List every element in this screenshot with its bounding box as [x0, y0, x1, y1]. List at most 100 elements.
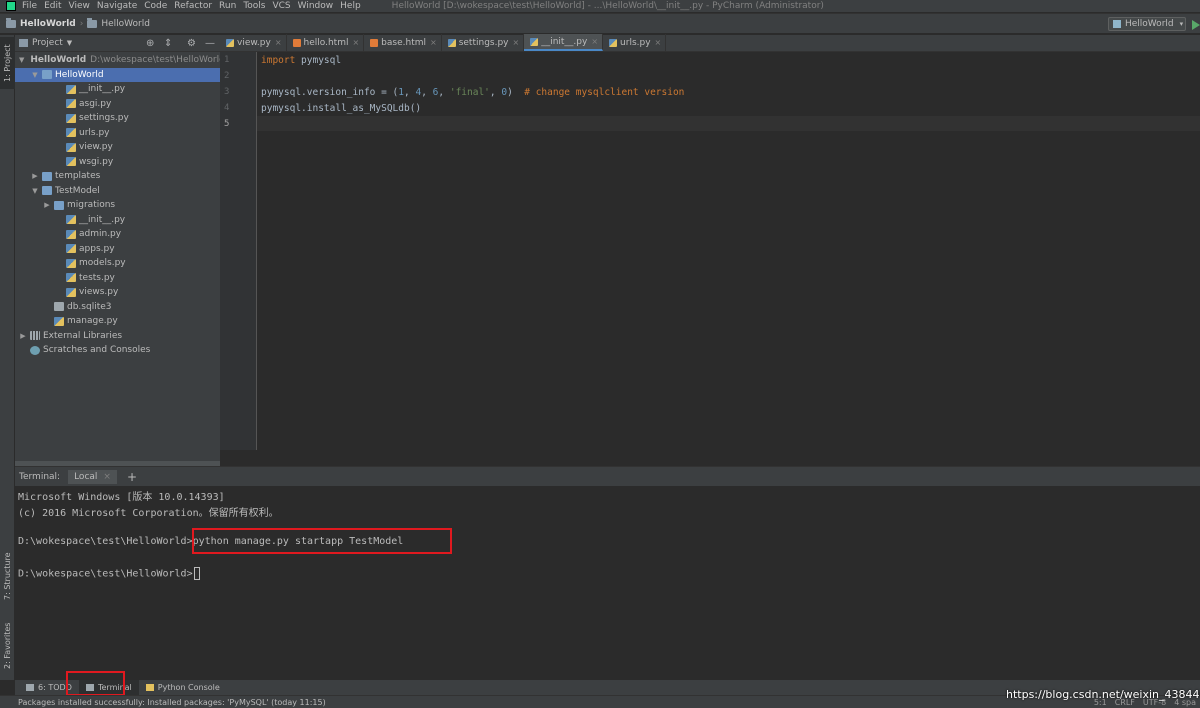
tree-item[interactable]: Scratches and Consoles: [15, 343, 220, 357]
editor-tab[interactable]: hello.html ×: [287, 34, 365, 51]
terminal-tab-highlight-box: [66, 671, 125, 696]
close-icon[interactable]: ×: [430, 38, 437, 47]
tree-item[interactable]: views.py: [15, 285, 220, 299]
py-icon: [66, 258, 76, 268]
favorites-tool-label: 2: Favorites: [3, 622, 12, 670]
menu-vcs[interactable]: VCS: [272, 0, 290, 12]
tree-item-label: HelloWorld: [55, 69, 104, 80]
breadcrumb-project[interactable]: HelloWorld: [6, 17, 76, 29]
hide-panel-icon[interactable]: —: [205, 38, 215, 49]
py-icon: [66, 273, 76, 282]
editor-tab[interactable]: base.html ×: [364, 34, 442, 51]
project-view-selector[interactable]: Project: [32, 38, 63, 48]
collapse-all-icon[interactable]: ⇕: [164, 38, 172, 49]
gear-icon[interactable]: ⚙: [187, 38, 196, 49]
close-icon[interactable]: ×: [591, 37, 598, 46]
expand-down-icon[interactable]: ▼: [31, 71, 39, 79]
tab-favorites-tool[interactable]: 2: Favorites: [0, 615, 15, 677]
tree-item-label: admin.py: [79, 229, 122, 239]
tree-item[interactable]: tests.py: [15, 271, 220, 285]
editor-tab[interactable]: urls.py ×: [603, 34, 667, 51]
run-configuration-label: HelloWorld: [1125, 19, 1174, 29]
terminal-tab-local[interactable]: Local ×: [68, 469, 117, 484]
folder-icon: [87, 17, 98, 28]
terminal-output[interactable]: Microsoft Windows [版本 10.0.14393] (c) 20…: [15, 486, 1200, 680]
menu-window[interactable]: Window: [298, 0, 334, 12]
expand-down-icon[interactable]: ▼: [19, 56, 24, 64]
tree-item[interactable]: ▶ templates: [15, 169, 220, 183]
close-icon[interactable]: ×: [655, 38, 662, 47]
close-icon[interactable]: ×: [352, 38, 359, 47]
py-icon: [66, 229, 76, 239]
tree-item[interactable]: __init__.py: [15, 82, 220, 96]
py-icon: [66, 244, 76, 253]
code-token: pymysql.version_info = (: [261, 87, 399, 98]
locate-file-icon[interactable]: ⊕: [146, 38, 154, 49]
expand-down-icon[interactable]: ▼: [31, 187, 39, 195]
expand-right-icon[interactable]: ▶: [31, 172, 39, 180]
menu-file[interactable]: File: [22, 0, 37, 12]
tree-item[interactable]: models.py: [15, 256, 220, 270]
expand-right-icon[interactable]: ▶: [43, 201, 51, 209]
line-number: 5: [224, 119, 230, 129]
code-editor[interactable]: 1 2 3 4 5 import pymysql pymysql.version…: [220, 52, 1200, 450]
menu-refactor[interactable]: Refactor: [174, 0, 212, 12]
terminal-prompt-line[interactable]: D:\wokespace\test\HelloWorld>: [18, 567, 200, 580]
menu-help[interactable]: Help: [340, 0, 361, 12]
tree-item[interactable]: asgi.py: [15, 97, 220, 111]
tree-item[interactable]: __init__.py: [15, 213, 220, 227]
py-icon: [54, 316, 64, 326]
tree-item[interactable]: wsgi.py: [15, 155, 220, 169]
menu-code[interactable]: Code: [144, 0, 167, 12]
tree-item[interactable]: ▶ migrations: [15, 198, 220, 212]
caret-line-highlight: [257, 116, 1200, 131]
tab-python-console[interactable]: Python Console: [139, 680, 227, 695]
menu-view[interactable]: View: [69, 0, 90, 12]
tree-item[interactable]: ▼ HelloWorld D:\wokespace\test\HelloWorld: [15, 53, 225, 67]
tree-item[interactable]: ▼ TestModel: [15, 184, 220, 198]
comment-token: # change mysqlclient version: [512, 87, 685, 98]
close-icon[interactable]: ×: [103, 472, 111, 482]
editor-tab[interactable]: settings.py ×: [442, 34, 525, 51]
scratch-icon: [30, 345, 40, 355]
tree-item-label: view.py: [79, 142, 113, 152]
tree-item-label: tests.py: [79, 272, 115, 283]
py-icon: [66, 113, 76, 123]
chevron-down-icon[interactable]: ▼: [67, 39, 72, 47]
run-button[interactable]: [1192, 20, 1200, 30]
menu-run[interactable]: Run: [219, 0, 236, 12]
tree-item[interactable]: urls.py: [15, 126, 220, 140]
close-icon[interactable]: ×: [513, 38, 520, 47]
code-token: pymysql: [295, 55, 342, 66]
menu-edit[interactable]: Edit: [44, 0, 61, 12]
tree-item[interactable]: apps.py: [15, 242, 220, 256]
chevron-down-icon: ▾: [1179, 20, 1184, 28]
code-token: ,: [421, 87, 433, 98]
tree-item[interactable]: view.py: [15, 140, 220, 154]
new-session-icon[interactable]: +: [127, 470, 137, 484]
status-message[interactable]: Packages installed successfully: Install…: [18, 698, 326, 707]
line-number: 3: [224, 87, 230, 97]
tab-project-tool[interactable]: 1: Project: [0, 37, 15, 89]
tree-item-path: D:\wokespace\test\HelloWorld: [90, 55, 225, 65]
tree-item[interactable]: ▶ External Libraries: [15, 329, 220, 343]
tree-item[interactable]: ▼ HelloWorld: [15, 67, 220, 82]
breadcrumb-package[interactable]: HelloWorld: [87, 17, 150, 29]
tree-item[interactable]: settings.py: [15, 111, 220, 125]
tree-item[interactable]: db.sqlite3: [15, 300, 220, 314]
lib-icon: [30, 331, 40, 340]
tab-structure-tool[interactable]: 7: Structure: [0, 545, 15, 607]
py-icon: [66, 99, 76, 108]
close-icon[interactable]: ×: [275, 38, 282, 47]
todo-icon: [26, 684, 34, 691]
menu-tools[interactable]: Tools: [243, 0, 265, 12]
editor-tab[interactable]: __init__.py ×: [524, 34, 604, 51]
db-icon: [54, 302, 64, 311]
menu-navigate[interactable]: Navigate: [97, 0, 137, 12]
tree-item[interactable]: admin.py: [15, 227, 220, 241]
py-file-icon: [447, 38, 456, 47]
editor-tab[interactable]: view.py ×: [220, 34, 287, 51]
expand-right-icon[interactable]: ▶: [19, 332, 27, 340]
run-configuration-select[interactable]: HelloWorld ▾: [1108, 17, 1186, 31]
tree-item[interactable]: manage.py: [15, 314, 220, 328]
